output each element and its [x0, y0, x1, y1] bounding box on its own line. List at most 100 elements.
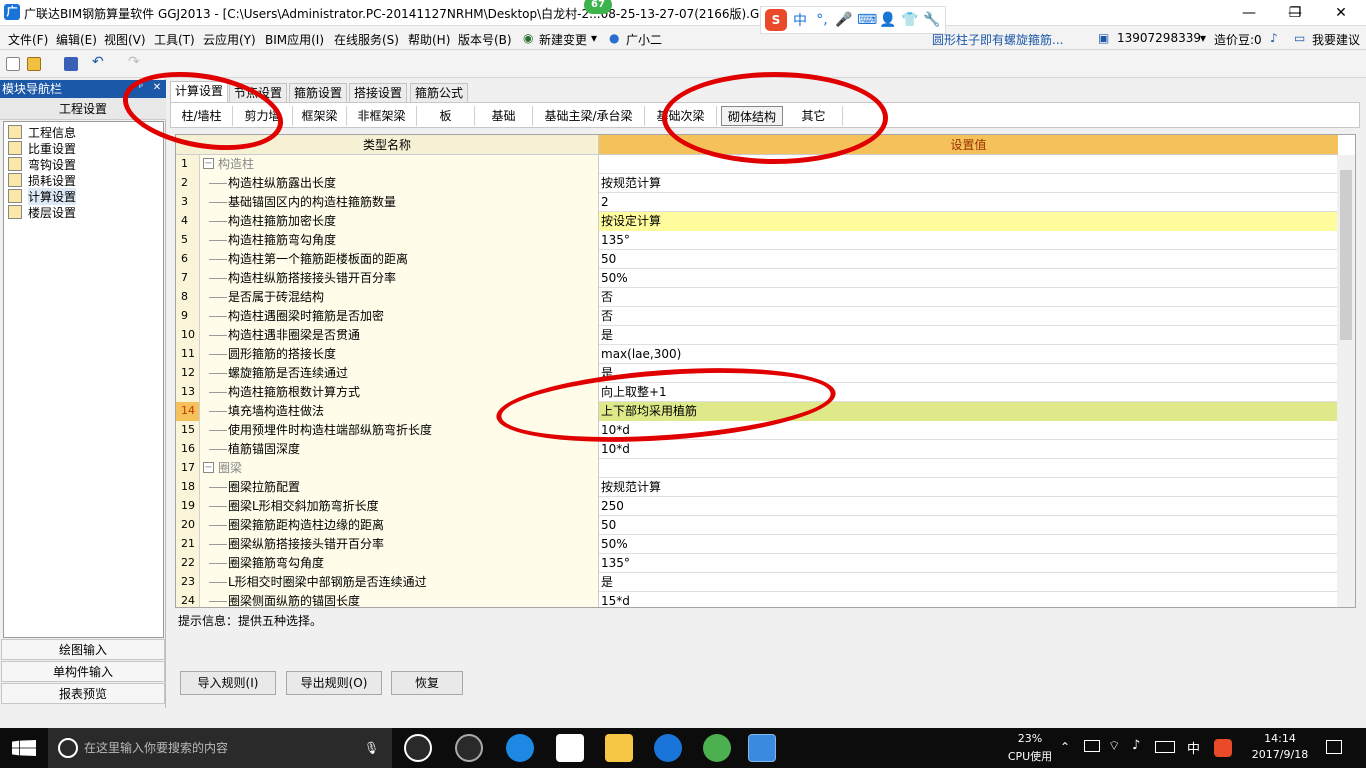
menu-new-change[interactable]: 新建变更: [539, 31, 587, 48]
collapse-icon[interactable]: −: [203, 158, 214, 169]
table-row[interactable]: 24 圈梁侧面纵筋的锚固长度 15*d: [176, 592, 1338, 607]
ime-tools-icon[interactable]: 🔧: [923, 12, 941, 28]
subtab-shear-wall[interactable]: 剪力墙: [233, 106, 293, 126]
microphone-icon[interactable]: 🎙: [364, 728, 379, 768]
table-row[interactable]: 10 构造柱遇非圈梁是否贯通是: [176, 326, 1338, 345]
row-value-cell[interactable]: max(lae,300): [599, 345, 1338, 364]
subtab-masonry[interactable]: 砌体结构: [721, 106, 783, 126]
tab-stirrup-formula[interactable]: 箍筋公式: [410, 83, 469, 102]
table-row[interactable]: 9 构造柱遇圈梁时箍筋是否加密 否: [176, 307, 1338, 326]
menu-view[interactable]: 视图(V): [104, 31, 146, 48]
new-file-icon[interactable]: [6, 57, 20, 71]
ime-punct-icon[interactable]: °,: [813, 12, 831, 28]
task-view-icon[interactable]: [404, 734, 432, 762]
table-group-row[interactable]: 17− 圈梁: [176, 459, 1338, 478]
nav-report-preview[interactable]: 报表预览: [1, 683, 165, 704]
chevron-down-icon[interactable]: ▾: [591, 31, 597, 45]
row-value-cell[interactable]: 上下部均采用植筋: [599, 402, 1338, 421]
tab-calc-settings[interactable]: 计算设置: [170, 81, 229, 103]
ime-chinese-icon[interactable]: 中: [791, 10, 809, 30]
ime-user-icon[interactable]: 👤: [879, 12, 897, 28]
table-row[interactable]: 20 圈梁箍筋距构造柱边缘的距离 50: [176, 516, 1338, 535]
export-rules-button[interactable]: 导出规则(O): [286, 671, 382, 695]
row-value-cell[interactable]: 是: [599, 364, 1338, 383]
table-row[interactable]: 8 是否属于砖混结构否: [176, 288, 1338, 307]
table-row[interactable]: 12 螺旋箍筋是否连续通过是: [176, 364, 1338, 383]
subtab-foundation-secondary-beam[interactable]: 基础次梁: [645, 106, 717, 126]
row-value-cell[interactable]: 135°: [599, 231, 1338, 250]
table-row[interactable]: 18 圈梁拉筋配置 按规范计算: [176, 478, 1338, 497]
vertical-scrollbar[interactable]: [1337, 155, 1355, 607]
table-row[interactable]: 4 构造柱箍筋加密长度 按设定计算: [176, 212, 1338, 231]
row-value-cell[interactable]: 135°: [599, 554, 1338, 573]
table-row[interactable]: 15 使用预埋件时构造柱端部纵筋弯折长度 10*d: [176, 421, 1338, 440]
minimize-btn[interactable]: —: [1226, 0, 1272, 26]
table-group-row[interactable]: 1− 构造柱: [176, 155, 1338, 174]
nav-item-hook[interactable]: 弯钩设置: [8, 156, 76, 172]
nav-close-icon[interactable]: ✕: [150, 81, 164, 95]
nav-drawing-input[interactable]: 绘图输入: [1, 639, 165, 660]
menu-help[interactable]: 帮助(H): [408, 31, 450, 48]
row-value-cell[interactable]: 50%: [599, 535, 1338, 554]
close-btn[interactable]: ✕: [1318, 0, 1364, 26]
row-value-cell[interactable]: 250: [599, 497, 1338, 516]
ime-keyboard-icon[interactable]: ⌨: [857, 12, 877, 28]
volume-icon[interactable]: ♪: [1132, 738, 1140, 753]
battery-icon[interactable]: [1084, 740, 1100, 752]
sogou-tray-icon[interactable]: [1214, 739, 1232, 757]
row-value-cell[interactable]: 否: [599, 307, 1338, 326]
ime-mic-icon[interactable]: 🎤: [835, 12, 853, 28]
table-row[interactable]: 7 构造柱纵筋搭接接头错开百分率 50%: [176, 269, 1338, 288]
table-row[interactable]: 22 圈梁箍筋弯勾角度 135°: [176, 554, 1338, 573]
menu-tools[interactable]: 工具(T): [154, 31, 195, 48]
row-value-cell[interactable]: 2: [599, 193, 1338, 212]
tray-chevron-icon[interactable]: ⌃: [1060, 740, 1070, 754]
store-icon[interactable]: [556, 734, 584, 762]
open-folder-icon[interactable]: [27, 57, 41, 71]
subtab-other[interactable]: 其它: [785, 106, 843, 126]
subtab-slab[interactable]: 板: [417, 106, 475, 126]
table-row[interactable]: 6 构造柱第一个箍筋距楼板面的距离 50: [176, 250, 1338, 269]
nav-single-member-input[interactable]: 单构件输入: [1, 661, 165, 682]
nav-item-project-info[interactable]: 工程信息: [8, 124, 76, 140]
row-value-cell[interactable]: 是: [599, 326, 1338, 345]
subtab-foundation-main-beam[interactable]: 基础主梁/承台梁: [533, 106, 645, 126]
bell-icon[interactable]: ♪: [1270, 31, 1278, 45]
menu-online[interactable]: 在线服务(S): [334, 31, 399, 48]
row-value-cell[interactable]: 50%: [599, 269, 1338, 288]
table-row[interactable]: 14 填充墙构造柱做法 上下部均采用植筋: [176, 402, 1338, 421]
row-value-cell[interactable]: [599, 155, 1338, 174]
ime-skin-icon[interactable]: 👕: [901, 12, 919, 28]
cortana-icon[interactable]: [58, 738, 78, 758]
row-value-cell[interactable]: 按规范计算: [599, 174, 1338, 193]
nav-item-weight[interactable]: 比重设置: [8, 140, 76, 156]
row-value-cell[interactable]: 50: [599, 250, 1338, 269]
edge-browser-icon[interactable]: [506, 734, 534, 762]
windows-start-icon-right[interactable]: [20, 740, 36, 756]
subtab-frame-beam[interactable]: 框架梁: [293, 106, 347, 126]
nav-item-calc[interactable]: 计算设置: [8, 187, 77, 205]
row-value-cell[interactable]: 15*d: [599, 592, 1338, 607]
glodon-app-icon[interactable]: [654, 734, 682, 762]
pin-icon[interactable]: ᵖ: [134, 81, 148, 95]
notice-link[interactable]: 圆形柱子即有螺旋箍筋...: [932, 31, 1063, 48]
menu-file[interactable]: 文件(F): [8, 31, 48, 48]
row-value-cell[interactable]: 按规范计算: [599, 478, 1338, 497]
input-language[interactable]: 中: [1187, 738, 1200, 757]
subtab-nonframe-beam[interactable]: 非框架梁: [347, 106, 417, 126]
phone-account[interactable]: 13907298339: [1117, 31, 1201, 45]
import-rules-button[interactable]: 导入规则(I): [180, 671, 276, 695]
clock-time[interactable]: 14:14: [1250, 732, 1310, 745]
table-row[interactable]: 3 基础锚固区内的构造柱箍筋数量 2: [176, 193, 1338, 212]
tab-stirrup-settings[interactable]: 箍筋设置: [289, 83, 348, 102]
file-explorer-icon[interactable]: [605, 734, 633, 762]
action-center-icon[interactable]: [1326, 740, 1342, 754]
keyboard-icon[interactable]: [1155, 741, 1175, 753]
scroll-thumb[interactable]: [1340, 170, 1352, 340]
undo-icon[interactable]: ↶: [92, 54, 106, 70]
collapse-icon[interactable]: −: [203, 462, 214, 473]
restore-button[interactable]: 恢复: [391, 671, 463, 695]
row-value-cell[interactable]: 10*d: [599, 440, 1338, 459]
save-icon[interactable]: [64, 57, 78, 71]
sogou-logo-icon[interactable]: S: [765, 9, 787, 31]
